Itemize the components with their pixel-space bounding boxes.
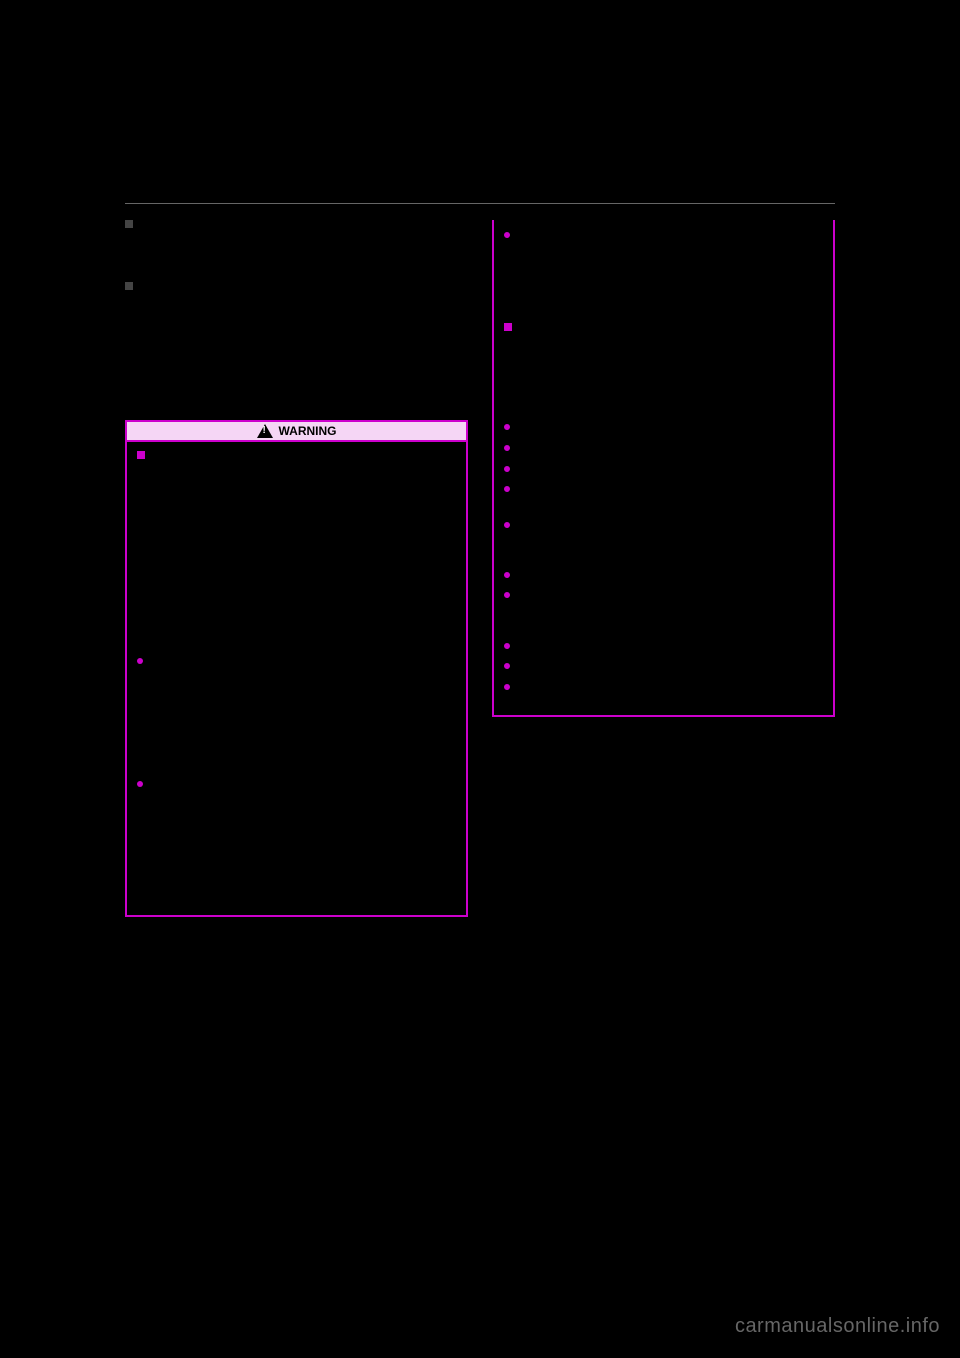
square-bullet-icon <box>504 323 512 331</box>
square-bullet-icon <box>125 282 133 290</box>
dot-bullet-icon <box>504 445 510 451</box>
dot-bullet-icon <box>504 466 510 472</box>
chapter-title: 4-5. Using the driving support systems <box>168 182 372 196</box>
watermark: carmanualsonline.info <box>735 1315 940 1338</box>
dot-bullet-icon <box>504 684 510 690</box>
warning-header: WARNING <box>127 422 466 442</box>
warning-box: WARNING Before using dynamic radar cruis… <box>125 420 468 917</box>
dot-bullet-icon <box>504 232 510 238</box>
page-number: 226 <box>125 180 150 197</box>
warning-bullet: At entrances to expressways or highways <box>504 568 823 583</box>
warning-text: Do not use dynamic radar cruise control … <box>504 356 823 415</box>
warning-section-title: Before using dynamic radar cruise contro… <box>137 450 456 479</box>
warning-bullet: On roads where the vehicle may be struck… <box>504 659 823 674</box>
warning-triangle-icon <box>257 424 273 438</box>
warning-bullet: Assisting the driver's operations The dy… <box>504 228 823 316</box>
warning-text: Pay careful attention to the surrounding… <box>137 618 456 647</box>
section-body: Press the cruise control main switch onc… <box>125 310 468 406</box>
warning-label: WARNING <box>279 424 337 438</box>
warning-bullet: When rain, snow, etc. is adhered to the … <box>504 639 823 654</box>
section-heading: Canceling and resuming the speed setting <box>125 220 468 232</box>
square-bullet-icon <box>125 220 133 228</box>
dot-bullet-icon <box>504 663 510 669</box>
section-body: Press the cancel switch to cancel cruise… <box>125 236 468 268</box>
dot-bullet-icon <box>504 643 510 649</box>
warning-bullet: On roads where visibility is poor due to… <box>504 482 823 511</box>
warning-bullet: In heavy traffic, or traffic that varies… <box>504 441 823 456</box>
warning-text: Driving safely is the sole responsibilit… <box>137 483 456 527</box>
warning-bullet: On steep hills, or where there are sudde… <box>504 518 823 562</box>
warning-text: Therefore, over-reliance on this system … <box>137 583 456 612</box>
warning-text: The dynamic radar cruise control with fu… <box>137 533 456 577</box>
dot-bullet-icon <box>504 424 510 430</box>
warning-box-continuation: Assisting the driver's operations The dy… <box>492 220 835 717</box>
dot-bullet-icon <box>137 658 143 664</box>
warning-bullet: Assisting the driver in judging proper f… <box>137 777 456 895</box>
dot-bullet-icon <box>504 486 510 492</box>
warning-bullet: Roads where there may be pedestrians, cy… <box>504 420 823 435</box>
section-heading: If the warning message for the cruise co… <box>125 282 468 306</box>
warning-bullet: On roads where the road ahead has sharp … <box>504 462 823 477</box>
warning-bullet: During emergency towing <box>504 680 823 695</box>
warning-bullet: When weather conditions are bad enough t… <box>504 588 823 632</box>
dot-bullet-icon <box>504 592 510 598</box>
header-rule <box>125 203 835 204</box>
dot-bullet-icon <box>504 522 510 528</box>
warning-bullet: Assisting the driver in measuring follow… <box>137 654 456 772</box>
dot-bullet-icon <box>137 781 143 787</box>
dot-bullet-icon <box>504 572 510 578</box>
square-bullet-icon <box>137 451 145 459</box>
warning-section-title: Situations unsuitable for dynamic radar … <box>504 322 823 351</box>
